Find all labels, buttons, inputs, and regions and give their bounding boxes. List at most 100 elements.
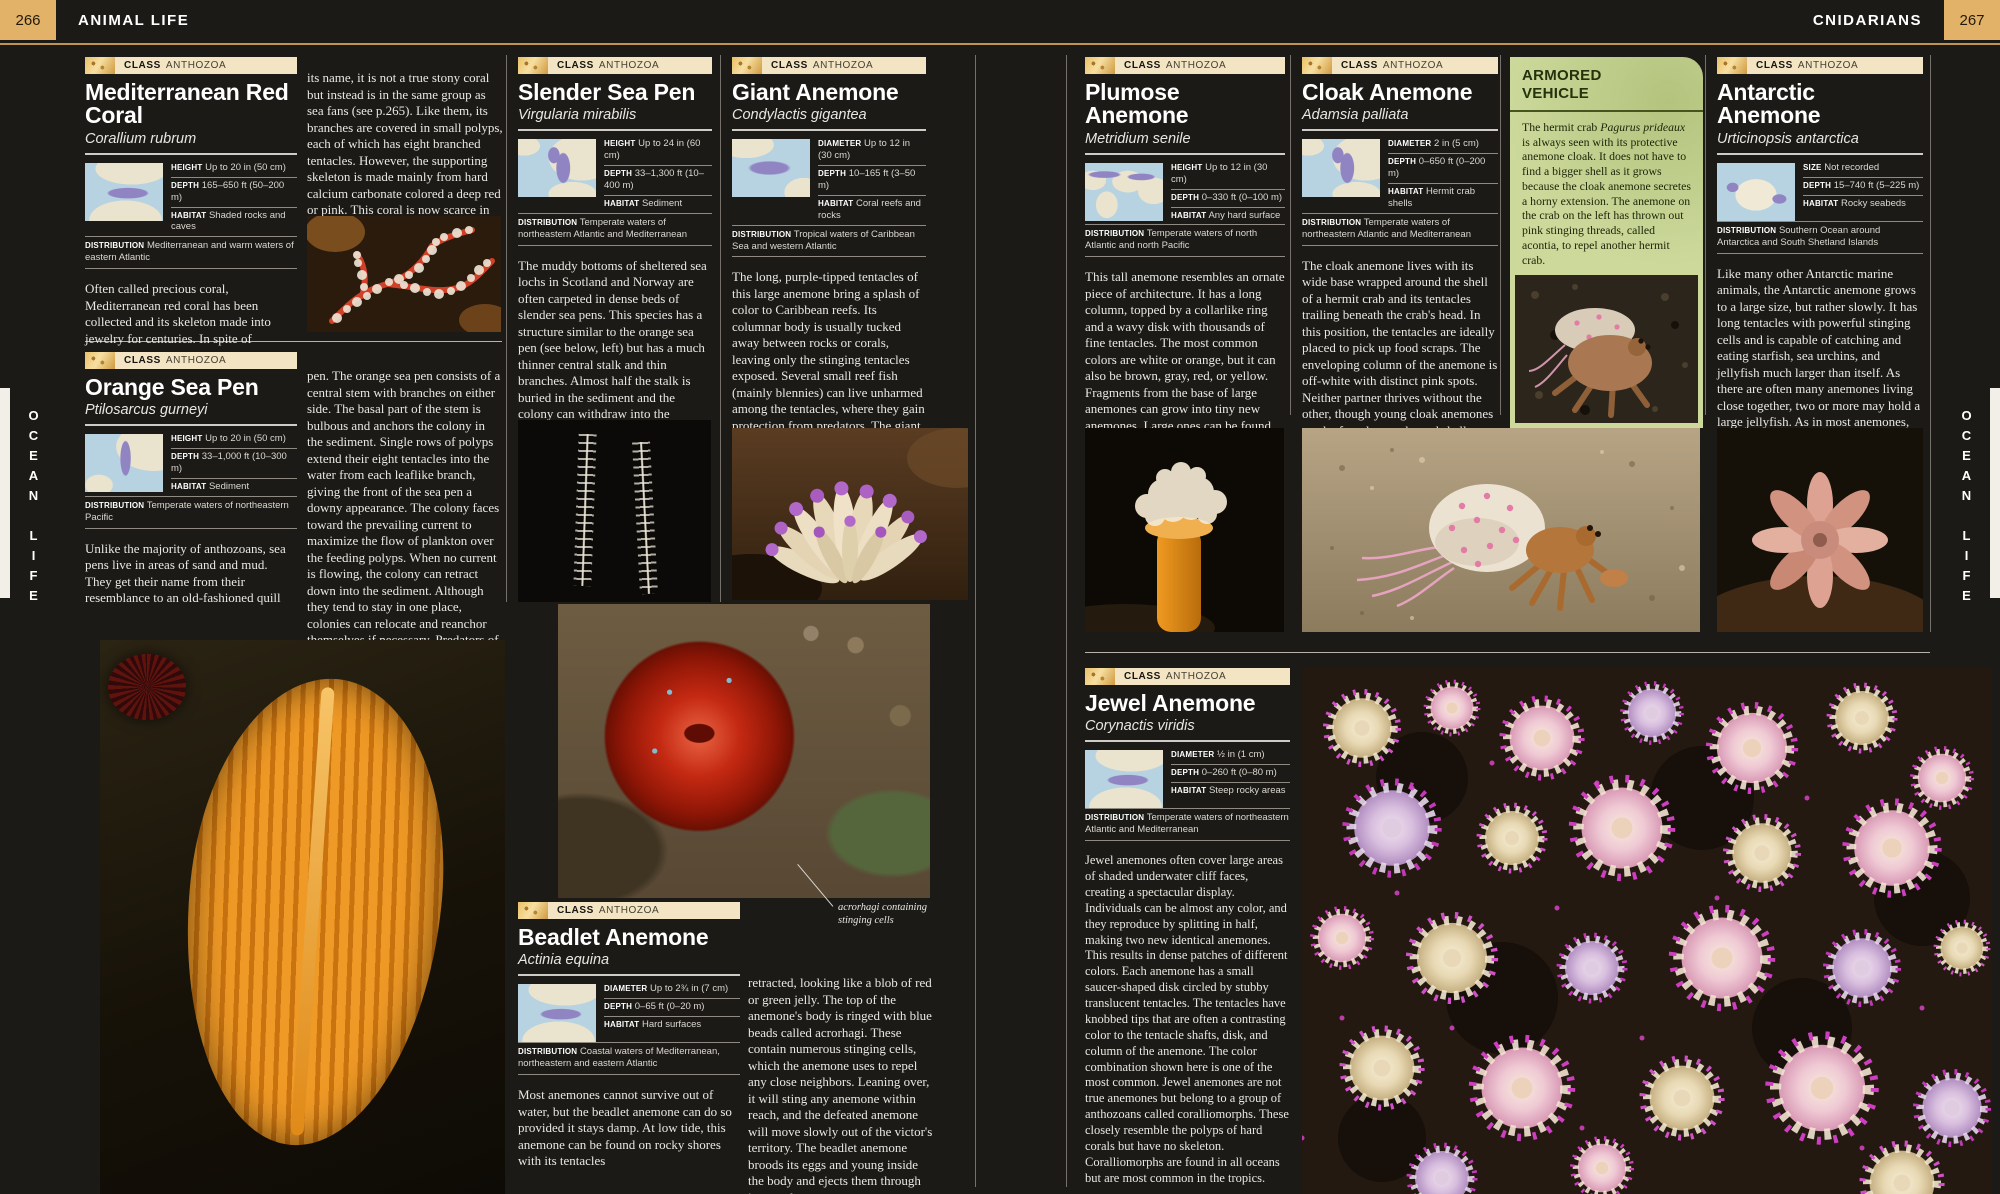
entry-title: Mediterranean Red Coral — [85, 81, 297, 128]
class-bar: CLASS ANTHOZOA — [1085, 668, 1290, 685]
species-entry-beadlet-anemone: CLASS ANTHOZOA Beadlet Anemone Actinia e… — [518, 902, 740, 1183]
fact-panel: HEIGHT Up to 24 in (60 cm) DEPTH 33–1,30… — [518, 136, 712, 212]
mediterranean-red-coral-photo — [307, 216, 501, 332]
hermit-crab-closeup-photo — [1515, 275, 1698, 423]
distribution-map — [85, 434, 163, 492]
class-label: CLASS — [1756, 60, 1793, 71]
species-entry-jewel-anemone: CLASS ANTHOZOA Jewel Anemone Corynactis … — [1085, 668, 1290, 1194]
coral-thumbnail-icon — [518, 57, 548, 74]
sea-pen-illustration — [632, 442, 658, 595]
class-label: CLASS — [1124, 671, 1161, 682]
fact-panel: HEIGHT Up to 20 in (50 cm) DEPTH 165–650… — [85, 160, 297, 236]
species-entry-mediterranean-red-coral: CLASS ANTHOZOA Mediterranean Red Coral C… — [85, 57, 297, 360]
fact-row: DEPTH 33–1,000 ft (10–300 m) — [171, 449, 297, 479]
fact-row: DEPTH 0–260 ft (0–80 m) — [1171, 765, 1290, 783]
class-bar: CLASS ANTHOZOA — [1717, 57, 1923, 74]
distribution-map — [1085, 750, 1163, 808]
entry-body-continued: retracted, looking like a blob of red or… — [748, 975, 933, 1194]
feature-box-armored-vehicle: ARMORED VEHICLE The hermit crab Pagurus … — [1510, 57, 1703, 428]
class-label: CLASS — [1341, 60, 1378, 71]
fact-row: DEPTH 165–650 ft (50–200 m) — [171, 178, 297, 208]
section-tab-label: OCEAN LIFE — [26, 408, 41, 608]
divider — [975, 55, 976, 1187]
class-value: ANTHOZOA — [1798, 60, 1858, 71]
entry-title: Orange Sea Pen — [85, 376, 297, 399]
section-edge-tab — [1990, 388, 2000, 598]
distribution-row: DISTRIBUTION Tropical waters of Caribbea… — [732, 225, 926, 258]
fact-row: DEPTH 10–165 ft (3–50 m) — [818, 166, 926, 196]
fact-row: HEIGHT Up to 24 in (60 cm) — [604, 136, 712, 166]
class-label: CLASS — [557, 60, 594, 71]
fact-row: DEPTH 0–650 ft (0–200 m) — [1388, 154, 1498, 184]
divider — [506, 55, 507, 602]
giant-anemone-photo — [732, 428, 968, 600]
class-value: ANTHOZOA — [1383, 60, 1443, 71]
class-bar: CLASS ANTHOZOA — [1085, 57, 1285, 74]
entry-title: Beadlet Anemone — [518, 926, 740, 949]
antarctic-anemone-illustration — [1717, 428, 1923, 632]
entry-species: Ptilosarcus gurneyi — [85, 402, 297, 426]
distribution-map — [518, 984, 596, 1042]
entry-species: Condylactis gigantea — [732, 107, 926, 131]
distribution-map — [1085, 163, 1163, 221]
class-bar: CLASS ANTHOZOA — [518, 902, 740, 919]
distribution-row: DISTRIBUTION Temperate waters of north A… — [1085, 224, 1285, 257]
fact-panel: DIAMETER Up to 12 in (30 cm) DEPTH 10–16… — [732, 136, 926, 224]
entry-title: Jewel Anemone — [1085, 692, 1290, 715]
plumose-anemone-photo — [1085, 428, 1284, 632]
coral-thumbnail-icon — [1302, 57, 1332, 74]
sea-pen-illustration — [164, 666, 464, 1158]
class-value: ANTHOZOA — [813, 60, 873, 71]
giant-anemone-illustration — [732, 428, 968, 600]
jewel-anemone-photo — [1302, 668, 1992, 1194]
fact-row: DIAMETER 2 in (5 cm) — [1388, 136, 1498, 154]
coral-thumbnail-icon — [85, 57, 115, 74]
divider — [720, 55, 721, 602]
cloak-anemone-hermit-crab-photo — [1302, 428, 1700, 632]
fact-row: DIAMETER ½ in (1 cm) — [1171, 747, 1290, 765]
class-value: ANTHOZOA — [1166, 671, 1226, 682]
class-label: CLASS — [124, 60, 161, 71]
running-head-left: ANIMAL LIFE — [78, 0, 189, 40]
fact-panel: DIAMETER ½ in (1 cm) DEPTH 0–260 ft (0–8… — [1085, 747, 1290, 808]
photo-annotation: acrorhagi containing stinging cells — [838, 902, 938, 927]
fact-panel: DIAMETER 2 in (5 cm) DEPTH 0–650 ft (0–2… — [1302, 136, 1498, 212]
distribution-row: DISTRIBUTION Mediterranean and warm wate… — [85, 236, 297, 269]
page-number-left: 266 — [0, 0, 56, 40]
coral-thumbnail-icon — [732, 57, 762, 74]
divider — [1085, 652, 1930, 653]
entry-species: Urticinopsis antarctica — [1717, 131, 1923, 155]
fact-row: HABITAT Any hard surface — [1171, 208, 1285, 225]
page-number-right: 267 — [1944, 0, 2000, 40]
coral-thumbnail-icon — [1717, 57, 1747, 74]
species-name-italic: Pagurus prideaux — [1600, 120, 1685, 134]
entry-body: Jewel anemones often cover large areas o… — [1085, 853, 1290, 1186]
class-value: ANTHOZOA — [166, 60, 226, 71]
sea-urchin-illustration — [108, 654, 186, 720]
entry-body: Most anemones cannot survive out of wate… — [518, 1087, 740, 1170]
class-value: ANTHOZOA — [599, 905, 659, 916]
entry-body: The muddy bottoms of sheltered sea lochs… — [518, 258, 712, 440]
fact-row: SIZE Not recorded — [1803, 160, 1923, 178]
fact-row: HABITAT Hermit crab shells — [1388, 184, 1498, 213]
species-entry-orange-sea-pen: CLASS ANTHOZOA Orange Sea Pen Ptilosarcu… — [85, 352, 297, 620]
fact-panel: HEIGHT Up to 12 in (30 cm) DEPTH 0–330 f… — [1085, 160, 1285, 225]
divider — [1290, 55, 1291, 415]
class-bar: CLASS ANTHOZOA — [85, 352, 297, 369]
class-label: CLASS — [557, 905, 594, 916]
fact-panel: HEIGHT Up to 20 in (50 cm) DEPTH 33–1,00… — [85, 431, 297, 496]
hermit-crab-closeup-illustration — [1515, 275, 1698, 423]
entry-body: Unlike the majority of anthozoans, sea p… — [85, 541, 297, 607]
entry-title: Plumose Anemone — [1085, 81, 1285, 128]
antarctic-anemone-photo — [1717, 428, 1923, 632]
distribution-map — [1717, 163, 1795, 221]
entry-title: Cloak Anemone — [1302, 81, 1498, 104]
class-label: CLASS — [1124, 60, 1161, 71]
feature-box-title: ARMORED VEHICLE — [1510, 57, 1644, 110]
class-label: CLASS — [124, 355, 161, 366]
fact-row: DEPTH 0–65 ft (0–20 m) — [604, 999, 740, 1017]
entry-species: Actinia equina — [518, 952, 740, 976]
entry-title: Antarctic Anemone — [1717, 81, 1923, 128]
fact-row: DEPTH 33–1,300 ft (10–400 m) — [604, 166, 712, 196]
fact-row: DIAMETER Up to 12 in (30 cm) — [818, 136, 926, 166]
